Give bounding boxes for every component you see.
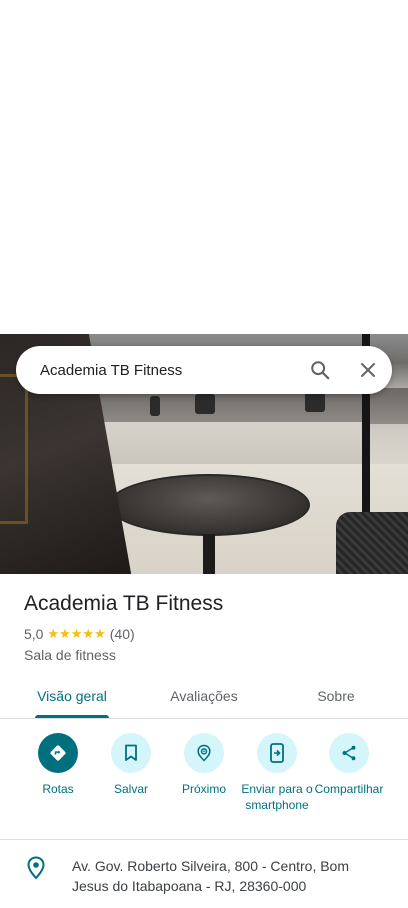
rating-value: 5,0: [24, 626, 44, 642]
place-title: Academia TB Fitness: [24, 592, 224, 615]
photo-motorbike: [195, 394, 215, 414]
directions-icon: [38, 733, 78, 773]
photo-chair: [336, 512, 408, 574]
address-text[interactable]: Av. Gov. Roberto Silveira, 800 - Centro,…: [72, 856, 372, 896]
send-to-phone-icon: [257, 733, 297, 773]
nearby-label: Próximo: [181, 782, 226, 796]
map-area-blank: [0, 0, 408, 334]
action-bar: Rotas Salvar Próximo Enviar para o smart…: [0, 733, 408, 833]
rating-row[interactable]: 5,0 ★★★★★ (40): [24, 626, 394, 642]
review-count[interactable]: (40): [110, 626, 135, 642]
photo-frame-detail: [0, 374, 28, 524]
tab-reviews[interactable]: Avaliações: [156, 674, 252, 718]
directions-button[interactable]: Rotas: [20, 733, 96, 797]
save-button[interactable]: Salvar: [93, 733, 169, 797]
send-to-phone-label: Enviar para o smartphone: [241, 782, 313, 812]
directions-label: Rotas: [42, 782, 74, 796]
star-rating-icon: ★★★★★: [47, 626, 106, 642]
share-icon: [329, 733, 369, 773]
photo-motorbike: [305, 392, 325, 412]
share-label: Compartilhar: [314, 782, 384, 796]
section-divider: [0, 839, 408, 840]
photo-table-leg: [203, 534, 215, 574]
tab-overview[interactable]: Visão geral: [24, 674, 120, 718]
location-pin-icon: [0, 856, 72, 896]
address-row[interactable]: Av. Gov. Roberto Silveira, 800 - Centro,…: [0, 856, 408, 896]
nearby-button[interactable]: Próximo: [166, 733, 242, 797]
close-icon[interactable]: [344, 346, 392, 394]
photo-person: [150, 396, 160, 416]
bookmark-icon: [111, 733, 151, 773]
active-tab-indicator: [35, 715, 109, 718]
search-icon[interactable]: [296, 346, 344, 394]
search-bar[interactable]: Academia TB Fitness: [16, 346, 392, 394]
photo-table: [108, 474, 310, 536]
nearby-icon: [184, 733, 224, 773]
search-input[interactable]: Academia TB Fitness: [40, 362, 296, 379]
save-label: Salvar: [113, 782, 148, 796]
place-info: Academia TB Fitness 5,0 ★★★★★ (40) Sala …: [24, 590, 394, 663]
send-to-phone-button[interactable]: Enviar para o smartphone: [239, 733, 315, 813]
place-category: Sala de fitness: [24, 647, 116, 663]
tab-bar: Visão geral Avaliações Sobre: [0, 674, 408, 719]
photo-wall: [70, 422, 370, 467]
tab-about[interactable]: Sobre: [300, 674, 372, 718]
share-button[interactable]: Compartilhar: [311, 733, 387, 797]
